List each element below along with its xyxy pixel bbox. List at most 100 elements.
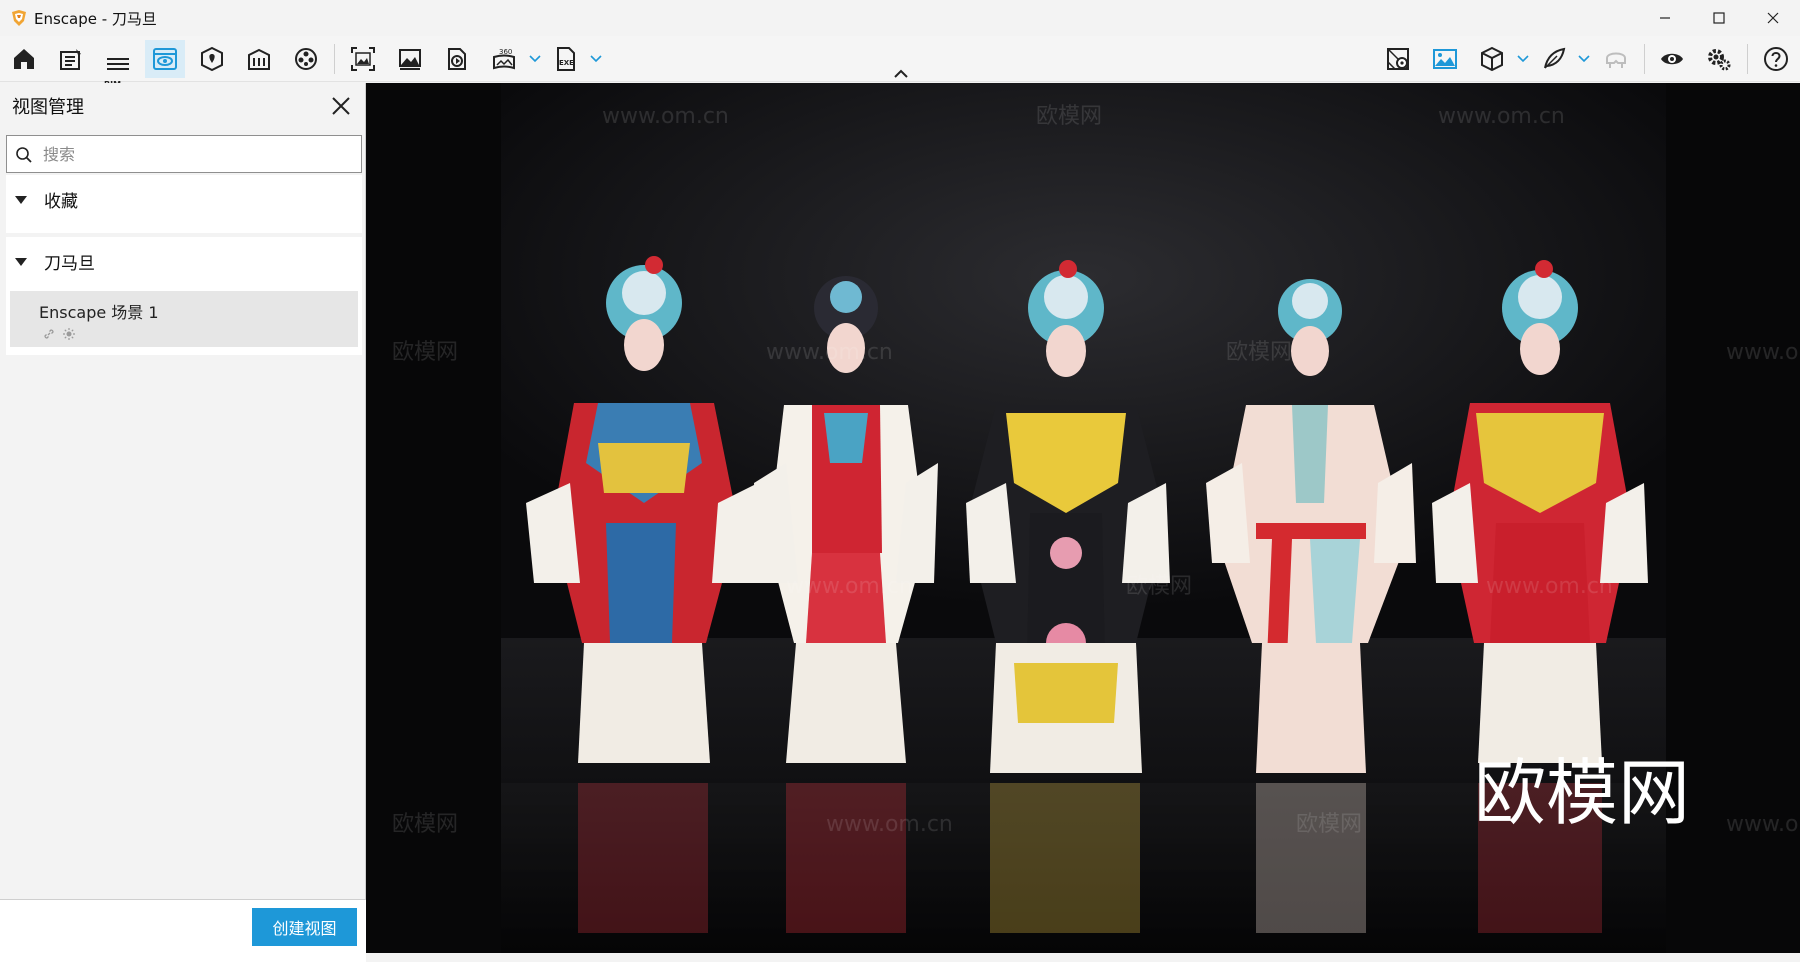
group-label: 收藏 [44, 192, 78, 212]
collapse-toolbar-icon[interactable] [893, 67, 909, 79]
minimize-icon [1660, 17, 1670, 19]
video-export-button[interactable] [437, 40, 477, 78]
project-notes-icon [60, 49, 81, 70]
maximize-button[interactable] [1692, 0, 1746, 36]
watermark-text: 欧模网 [1126, 574, 1192, 599]
caret-down-icon [15, 258, 27, 266]
close-icon[interactable] [330, 95, 352, 117]
feather-tool-button[interactable] [1534, 40, 1574, 78]
visual-settings-icon [1661, 53, 1683, 65]
close-icon [1767, 12, 1779, 24]
vr-headset-button[interactable] [1596, 40, 1636, 78]
cube-dropdown[interactable] [1516, 50, 1530, 68]
brand-watermark: 欧模网 [1474, 751, 1690, 835]
screenshot-icon [351, 47, 375, 71]
home-button[interactable] [4, 40, 44, 78]
enscape-logo-icon [12, 10, 26, 26]
panorama-dropdown[interactable] [528, 50, 542, 68]
view-management-panel: 视图管理 收藏 刀马旦 Enscape 场景 1 创建视图 [0, 83, 366, 962]
svg-text:EXE: EXE [559, 59, 574, 67]
asset-library-icon [295, 48, 317, 70]
window-title: Enscape - 刀马旦 [34, 9, 157, 28]
view-management-button[interactable] [145, 40, 185, 78]
chevron-down-icon [590, 55, 602, 63]
map-button[interactable] [1378, 40, 1418, 78]
bim-button[interactable] [98, 40, 138, 78]
site-context-button[interactable] [192, 40, 232, 78]
visual-settings-button[interactable] [1652, 40, 1692, 78]
caret-down-icon [15, 196, 27, 204]
screenshot-button[interactable] [343, 40, 383, 78]
chevron-down-icon [529, 55, 541, 63]
building-library-icon [248, 48, 270, 70]
render-viewport[interactable]: www.om.cn 欧模网 www.om.cn 欧模网 www.om.cn 欧模… [366, 83, 1800, 953]
status-strip [366, 953, 1800, 962]
help-button[interactable] [1756, 40, 1796, 78]
watermark-text: www.om.cn [786, 574, 913, 599]
watermark-text: 欧模网 [392, 340, 458, 365]
chevron-down-icon [1517, 55, 1529, 63]
view-management-icon [153, 48, 177, 70]
vr-headset-icon [1606, 52, 1626, 68]
home-icon [14, 49, 34, 69]
chevron-down-icon [1578, 55, 1590, 63]
help-icon [1764, 47, 1788, 71]
scene-group: 刀马旦 Enscape 场景 1 [6, 237, 362, 355]
link-icon [44, 329, 54, 339]
settings-icon [1708, 49, 1731, 71]
watermark-text: www.om.cn [602, 104, 729, 129]
watermark-text: 欧模网 [392, 812, 458, 837]
watermark-text: www.om.cn [766, 340, 893, 365]
watermark-text: www.om.cn [1438, 104, 1565, 129]
view-list-item[interactable]: Enscape 场景 1 [10, 291, 358, 347]
map-icon [1387, 48, 1409, 70]
minimize-button[interactable] [1638, 0, 1692, 36]
search-icon [16, 147, 32, 163]
watermark-text: 欧模网 [1296, 812, 1362, 837]
panorama-360-icon: 360 [493, 48, 515, 70]
toolbar-separator [1747, 44, 1748, 74]
favorites-group: 收藏 [6, 175, 362, 233]
asset-library-button[interactable] [286, 40, 326, 78]
feather-tool-icon [1544, 47, 1566, 69]
close-button[interactable] [1746, 0, 1800, 36]
group-label: 刀马旦 [44, 254, 95, 274]
watermark-text: www.om.cn [1726, 340, 1800, 365]
watermark-text: 欧模网 [1036, 104, 1102, 129]
batch-render-icon [399, 49, 421, 70]
maximize-icon [1713, 12, 1725, 24]
panel-footer: 创建视图 [0, 899, 366, 962]
toolbar-separator [334, 44, 335, 74]
sun-icon [63, 328, 75, 340]
site-context-icon [201, 46, 223, 72]
image-view-button[interactable] [1425, 40, 1465, 78]
rendered-scene-image: www.om.cn 欧模网 www.om.cn 欧模网 www.om.cn 欧模… [366, 83, 1800, 953]
view-name: Enscape 场景 1 [39, 303, 159, 322]
title-bar: Enscape - 刀马旦 [0, 0, 1800, 36]
exe-export-button[interactable]: EXE [546, 40, 586, 78]
panel-title: 视图管理 [12, 97, 84, 118]
watermark-text: www.om.cn [826, 812, 953, 837]
exe-export-icon: EXE [557, 47, 575, 71]
cube-view-icon [1481, 46, 1503, 72]
create-view-button[interactable]: 创建视图 [252, 908, 357, 946]
material-library-button[interactable] [239, 40, 279, 78]
batch-render-button[interactable] [390, 40, 430, 78]
favorites-header[interactable]: 收藏 [6, 175, 362, 225]
toolbar-separator [1644, 44, 1645, 74]
cube-view-button[interactable] [1472, 40, 1512, 78]
settings-button[interactable] [1699, 40, 1739, 78]
project-notes-button[interactable] [51, 40, 91, 78]
watermark-text: www.om.cn [1486, 574, 1613, 599]
search-input[interactable] [43, 142, 343, 166]
bim-list-icon [107, 58, 129, 70]
watermark-text: www.om.cn [1726, 812, 1800, 837]
search-box [6, 135, 362, 173]
video-export-icon [448, 48, 466, 70]
panorama-360-button[interactable]: 360 [484, 40, 524, 78]
watermark-text: 欧模网 [1226, 340, 1292, 365]
image-view-icon [1433, 49, 1457, 69]
export-dropdown[interactable] [589, 50, 603, 68]
scene-group-header[interactable]: 刀马旦 [6, 237, 362, 287]
feather-dropdown[interactable] [1577, 50, 1591, 68]
